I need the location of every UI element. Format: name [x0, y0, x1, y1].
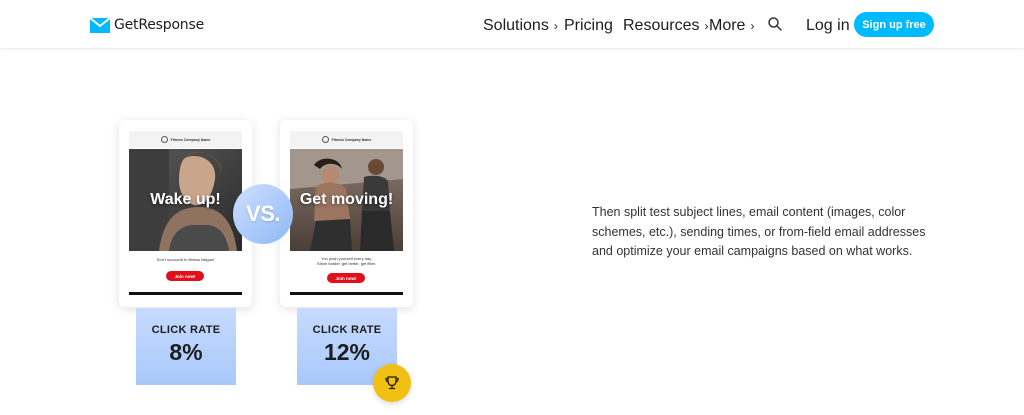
join-now-label: Join now! [335, 275, 357, 281]
versus-badge: VS. [233, 184, 293, 244]
nav-resources-label: Resources [623, 17, 700, 34]
nav-resources[interactable]: Resources › [623, 17, 708, 35]
nav-more-label: More [709, 17, 746, 34]
click-rate-label: CLICK RATE [312, 324, 382, 336]
nav-solutions-label: Solutions [483, 17, 549, 34]
chevron-right-icon: › [750, 19, 755, 33]
click-rate-value: 8% [169, 339, 203, 365]
fitness-photo-runners: Get moving! [290, 149, 403, 251]
nav-pricing[interactable]: Pricing [564, 17, 613, 35]
email-header-bar: Fitness Company Name [290, 131, 403, 148]
versus-label: VS. [246, 201, 280, 226]
nav-pricing-label: Pricing [564, 17, 613, 34]
email-footer-bar [129, 292, 242, 295]
login-link[interactable]: Log in [806, 17, 850, 35]
company-logo-icon [321, 136, 329, 143]
click-rate-label: CLICK RATE [151, 324, 221, 336]
email-variant-b: Fitness Company Name Get moving! You pus… [280, 120, 413, 307]
brand-name: GetResponse [114, 17, 204, 33]
email-body-text: Don't succumb to fitness fatigue! [129, 257, 242, 262]
click-rate-panel-a: CLICK RATE 8% [136, 308, 236, 385]
envelope-logo-icon [90, 17, 110, 33]
company-logo-icon [160, 136, 168, 143]
email-headline: Get moving! [299, 191, 394, 208]
signup-button[interactable]: Sign up free [854, 12, 934, 37]
nav-solutions[interactable]: Solutions › [483, 17, 558, 35]
login-label: Log in [806, 17, 850, 34]
chevron-right-icon: › [553, 19, 558, 33]
search-icon [768, 17, 782, 31]
email-headline: Wake up! [150, 191, 221, 208]
email-header-bar: Fitness Company Name [129, 131, 242, 148]
email-footer-bar [290, 292, 403, 295]
trophy-icon [385, 376, 399, 390]
search-button[interactable] [767, 16, 783, 32]
email-body-line: Don't succumb to fitness fatigue! [156, 257, 215, 262]
chevron-right-icon: › [704, 19, 709, 33]
join-now-button[interactable]: Join now! [166, 271, 204, 281]
company-name: Fitness Company Name [170, 137, 211, 142]
fitness-photo-woman: Wake up! [129, 149, 242, 251]
signup-label: Sign up free [862, 18, 926, 31]
site-header: GetResponse Solutions › Pricing Resources… [0, 0, 1024, 49]
email-body-line: Strive harder, get better, get fitter. [316, 261, 377, 266]
getresponse-logo[interactable]: GetResponse [90, 15, 204, 35]
join-now-button[interactable]: Join now! [327, 273, 365, 283]
email-body-text: You push yourself every day. Strive hard… [290, 256, 403, 266]
feature-description: Then split test subject lines, email con… [592, 205, 926, 258]
join-now-label: Join now! [174, 273, 196, 279]
nav-more[interactable]: More › [709, 17, 754, 35]
winner-badge [373, 364, 411, 402]
company-name: Fitness Company Name [331, 137, 372, 142]
click-rate-value: 12% [323, 339, 371, 365]
